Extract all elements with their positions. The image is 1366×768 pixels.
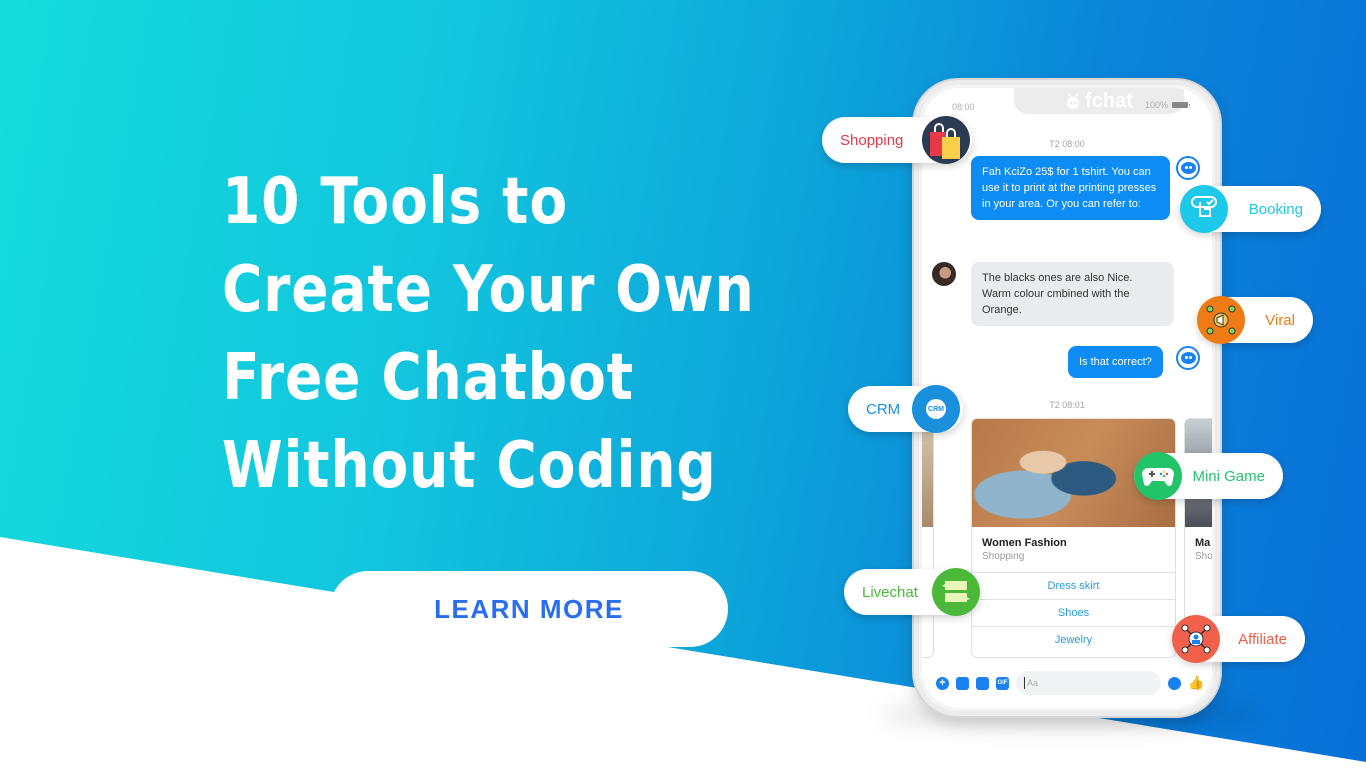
bot-avatar-icon <box>1176 346 1200 370</box>
card-button-jewelry[interactable]: Jewelry <box>972 626 1175 653</box>
bot-message: Is that correct? <box>1068 346 1163 378</box>
phone-screen: 08:00 fchat 100% T2 08:00 Fah KciZo 25$ … <box>922 88 1212 708</box>
feature-pill-mini-game[interactable]: Mini Game <box>1134 452 1283 500</box>
product-image <box>922 419 933 527</box>
pill-label: Viral <box>1265 311 1295 329</box>
card-button-dress-skirt[interactable]: Dress skirt <box>972 572 1175 599</box>
message-composer: + GIF Aa 👍 <box>922 662 1212 708</box>
headline-line: Create Your Own <box>222 253 755 327</box>
fchat-logo-icon <box>1067 92 1080 109</box>
status-time: 08:00 <box>952 102 975 112</box>
affiliate-network-icon <box>1172 615 1220 663</box>
pill-label: Shopping <box>840 131 904 149</box>
user-avatar <box>932 262 956 286</box>
pill-label: CRM <box>866 400 901 418</box>
shopping-bag-icon <box>922 116 970 164</box>
gamepad-icon <box>1134 452 1182 500</box>
timestamp: T2 08:01 <box>1049 400 1085 410</box>
emoji-icon[interactable] <box>1168 676 1181 690</box>
battery-icon <box>1172 102 1190 108</box>
battery-status: 100% <box>1144 100 1190 110</box>
battery-percent: 100% <box>1144 100 1168 110</box>
carousel-card-prev[interactable] <box>922 418 934 658</box>
carousel-card[interactable]: Women Fashion Shopping Dress skirt Shoes… <box>971 418 1176 658</box>
message-input[interactable]: Aa <box>1016 671 1161 695</box>
pill-label: Livechat <box>862 583 918 601</box>
card-subtitle: Sho <box>1195 551 1212 562</box>
sticker-icon[interactable] <box>976 676 989 690</box>
headline-line: Without Coding <box>222 429 717 503</box>
headline-line: 10 Tools to <box>222 165 568 239</box>
banner: 10 Tools to Create Your Own Free Chatbot… <box>0 0 1366 768</box>
megaphone-network-icon <box>1197 296 1245 344</box>
brand-name: fchat <box>1085 89 1133 112</box>
booking-hand-icon <box>1180 185 1228 233</box>
learn-more-button[interactable]: LEARN MORE <box>330 571 728 647</box>
pill-label: Affiliate <box>1238 630 1287 648</box>
headline-line: Free Chatbot <box>222 341 634 415</box>
feature-pill-affiliate[interactable]: Affiliate <box>1172 615 1305 663</box>
feature-pill-crm[interactable]: CRM CRM <box>848 385 963 433</box>
card-subtitle: Shopping <box>982 551 1025 562</box>
pill-label: Mini Game <box>1192 467 1265 485</box>
bot-avatar-icon <box>1176 156 1200 180</box>
feature-pill-viral[interactable]: Viral <box>1197 296 1313 344</box>
chat-bubbles-icon <box>932 568 980 616</box>
plus-icon[interactable]: + <box>936 676 949 690</box>
feature-pill-livechat[interactable]: Livechat <box>844 568 980 616</box>
feature-pill-shopping[interactable]: Shopping <box>822 116 972 164</box>
text-caret <box>1024 677 1025 689</box>
image-icon[interactable] <box>956 676 969 690</box>
bot-message: Fah KciZo 25$ for 1 tshirt. You can use … <box>971 156 1170 220</box>
user-message: The blacks ones are also Nice. Warm colo… <box>971 262 1174 326</box>
crm-icon-text: CRM <box>926 399 946 419</box>
gif-icon[interactable]: GIF <box>996 676 1009 690</box>
feature-pill-booking[interactable]: Booking <box>1180 185 1321 233</box>
card-button-shoes[interactable]: Shoes <box>972 599 1175 626</box>
card-title: Women Fashion <box>982 537 1067 549</box>
headline: 10 Tools to Create Your Own Free Chatbot… <box>222 158 824 510</box>
pill-label: Booking <box>1248 200 1303 218</box>
card-title: Ma <box>1195 537 1211 549</box>
like-icon[interactable]: 👍 <box>1188 676 1204 690</box>
crm-icon: CRM <box>912 385 960 433</box>
input-placeholder: Aa <box>1027 678 1039 688</box>
